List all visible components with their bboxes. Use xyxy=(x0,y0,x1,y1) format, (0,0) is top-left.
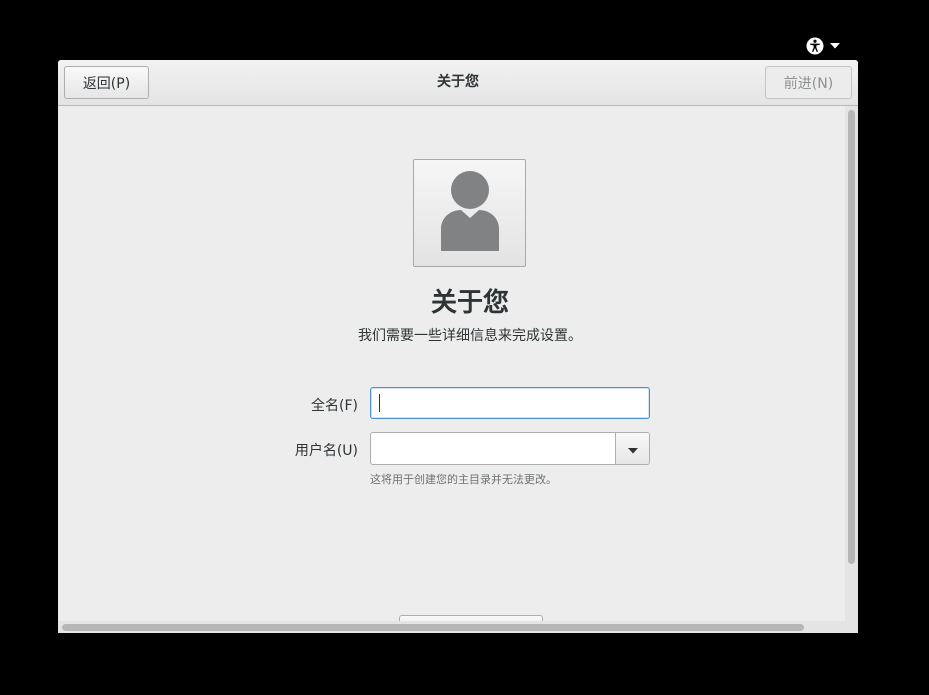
screen: 返回(P) 关于您 前进(N) 关于您 我们需要一些详细信息来完成设置。 全名(… xyxy=(0,0,929,695)
username-label: 用户名(U) xyxy=(294,443,358,459)
header-bar: 返回(P) 关于您 前进(N) xyxy=(58,60,858,106)
next-button[interactable]: 前进(N) xyxy=(765,66,852,99)
page-subtitle: 我们需要一些详细信息来完成设置。 xyxy=(358,328,582,344)
full-name-field[interactable] xyxy=(370,387,650,419)
username-dropdown-button[interactable] xyxy=(615,433,649,464)
vertical-scrollbar[interactable] xyxy=(845,106,858,621)
avatar-button[interactable] xyxy=(413,159,526,267)
horizontal-scrollbar-thumb[interactable] xyxy=(62,624,804,631)
content-area: 关于您 我们需要一些详细信息来完成设置。 全名(F) 用户名(U) 这将用于创建… xyxy=(58,106,845,627)
user-avatar-icon xyxy=(439,171,501,255)
username-field[interactable] xyxy=(371,433,617,464)
back-button[interactable]: 返回(P) xyxy=(64,66,149,99)
full-name-label: 全名(F) xyxy=(311,398,358,414)
accessibility-menu[interactable] xyxy=(806,36,846,56)
username-combo xyxy=(370,432,650,465)
username-hint: 这将用于创建您的主目录并无法更改。 xyxy=(370,473,557,486)
text-cursor xyxy=(379,394,380,412)
setup-window: 返回(P) 关于您 前进(N) 关于您 我们需要一些详细信息来完成设置。 全名(… xyxy=(58,60,858,633)
chevron-down-icon xyxy=(830,43,840,49)
vertical-scrollbar-thumb[interactable] xyxy=(848,110,855,564)
horizontal-scrollbar[interactable] xyxy=(58,621,858,633)
page-heading: 关于您 xyxy=(430,288,509,318)
accessibility-icon xyxy=(806,37,824,55)
chevron-down-icon xyxy=(627,439,638,458)
window-title: 关于您 xyxy=(437,74,479,90)
